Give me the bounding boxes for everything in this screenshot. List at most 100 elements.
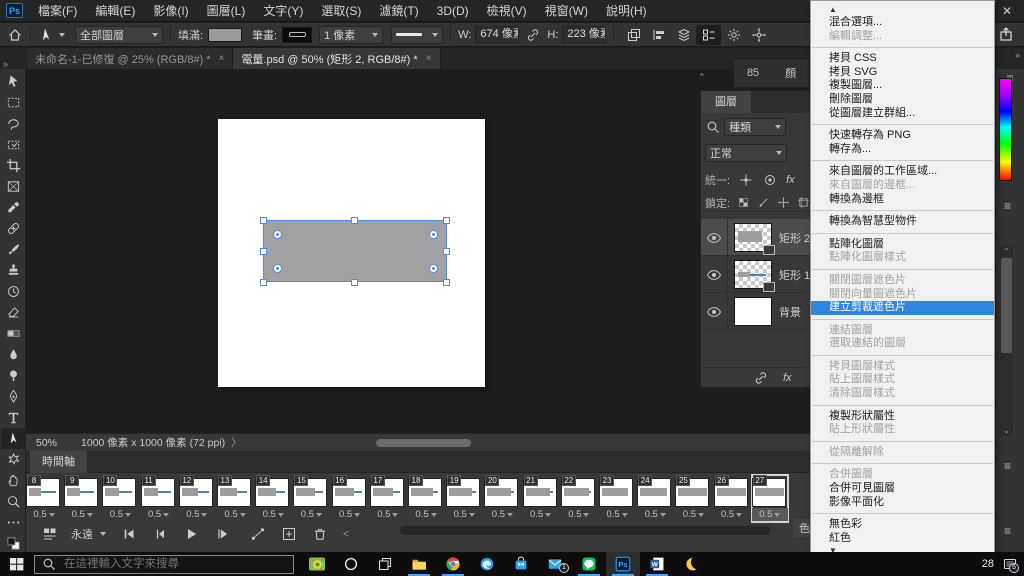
lock-pixels-icon[interactable]	[750, 196, 770, 209]
document-tab-1[interactable]: 未命名-1-已修復 @ 25% (RGB/8#) * ×	[27, 48, 234, 69]
move-tool[interactable]	[1, 71, 25, 92]
transform-handle[interactable]	[351, 279, 358, 286]
crop-tool[interactable]	[1, 155, 25, 176]
selected-shape-rectangle[interactable]	[263, 220, 447, 282]
stroke-color-swatch[interactable]	[282, 26, 313, 43]
transform-handle[interactable]	[443, 217, 450, 224]
align-icon[interactable]	[646, 25, 671, 45]
photoshop[interactable]: Ps	[606, 552, 640, 576]
animation-frame-8[interactable]: 8 0.5	[26, 475, 62, 522]
marquee-tool[interactable]	[1, 92, 25, 113]
window-close-button[interactable]: ✕	[996, 0, 1018, 22]
context-menu-item-8[interactable]: 從圖層建立群組...	[811, 107, 994, 121]
frame-tool[interactable]	[1, 176, 25, 197]
corner-radius-handle[interactable]	[272, 263, 282, 273]
timeline-menu-icon[interactable]: ≡	[1004, 459, 1011, 473]
context-menu-item-10[interactable]: 快速轉存為 PNG	[811, 129, 994, 143]
transform-handle[interactable]	[443, 279, 450, 286]
frame-duration[interactable]: 0.5	[408, 508, 444, 521]
lock-transparency-icon[interactable]	[730, 196, 750, 209]
canvas-horizontal-scrollbar[interactable]	[376, 439, 471, 447]
context-menu-item-33[interactable]: 複製形狀屬性	[811, 410, 994, 424]
next-frame-button[interactable]	[209, 524, 234, 544]
menu-11[interactable]: 說明(H)	[597, 4, 656, 18]
eraser-tool[interactable]	[1, 302, 25, 323]
height-field[interactable]: 223 像素	[562, 26, 607, 43]
shape-tool[interactable]	[1, 449, 25, 470]
layer-visibility-eye-icon[interactable]	[701, 219, 728, 256]
frame-duration[interactable]: 0.5	[637, 508, 673, 521]
healing-brush-tool[interactable]	[1, 218, 25, 239]
scroll-down-arrow[interactable]: ⌄	[1000, 426, 1013, 435]
layer-thumbnail[interactable]	[734, 297, 772, 326]
menu-2[interactable]: 編輯(E)	[86, 4, 144, 18]
constraint-options-icon[interactable]	[696, 24, 722, 45]
menu-4[interactable]: 圖層(L)	[198, 4, 255, 18]
context-menu-item-42[interactable]: 無色彩	[811, 518, 994, 532]
select-scope-dropdown[interactable]: 全部圖層	[75, 25, 163, 44]
canvas-area[interactable]	[26, 69, 700, 433]
unify-position-icon[interactable]	[738, 172, 754, 188]
animation-frame-14[interactable]: 14 0.5	[255, 475, 291, 522]
scroll-up-arrow[interactable]: ⌃	[1000, 247, 1013, 256]
task-view-button[interactable]	[368, 552, 402, 576]
animation-frame-20[interactable]: 20 0.5	[484, 475, 520, 522]
animation-frame-24[interactable]: 24 0.5	[637, 475, 673, 522]
layer-style-fx-icon[interactable]: fx	[783, 372, 792, 384]
taskbar-search[interactable]	[34, 554, 294, 574]
animation-frame-12[interactable]: 12 0.5	[178, 475, 215, 522]
context-menu-item-1[interactable]: 混合選項...	[811, 16, 994, 30]
word[interactable]: W	[640, 552, 674, 576]
color-swatches[interactable]	[1, 533, 25, 554]
context-menu-item-6[interactable]: 複製圖層...	[811, 79, 994, 93]
frame-duration[interactable]: 0.5	[523, 508, 559, 521]
animation-frame-26[interactable]: 26 0.5	[713, 475, 750, 522]
properties-panel-icon[interactable]: 85	[747, 67, 759, 79]
weather-temperature[interactable]: 28	[982, 558, 994, 570]
transform-handle[interactable]	[260, 279, 267, 286]
link-layers-icon[interactable]	[753, 370, 769, 386]
context-menu-item-5[interactable]: 拷貝 SVG	[811, 66, 994, 80]
frame-duration[interactable]: 0.5	[332, 508, 368, 521]
layer-visibility-eye-icon[interactable]	[701, 293, 728, 330]
layer-thumbnail[interactable]	[734, 223, 775, 255]
frame-duration[interactable]: 0.5	[179, 508, 215, 521]
context-menu-item-43[interactable]: 紅色	[811, 532, 994, 546]
cortana-button[interactable]	[334, 552, 368, 576]
blur-tool[interactable]	[1, 344, 25, 365]
tween-icon[interactable]	[245, 524, 270, 544]
filter-type-dropdown[interactable]: 種類	[724, 118, 786, 136]
transform-controls-icon[interactable]	[746, 25, 771, 45]
history-brush-tool[interactable]	[1, 281, 25, 302]
menu-5[interactable]: 文字(Y)	[254, 4, 312, 18]
frame-duration[interactable]: 0.5	[64, 508, 100, 521]
menu-10[interactable]: 視窗(W)	[536, 4, 597, 18]
fill-color-swatch[interactable]	[208, 27, 243, 42]
mail[interactable]: 1	[538, 552, 572, 576]
swatches-menu-icon[interactable]: ≡	[1004, 524, 1011, 538]
delete-frame-button[interactable]	[307, 524, 332, 544]
arrange-icon[interactable]	[671, 25, 696, 45]
lock-position-icon[interactable]	[770, 196, 790, 209]
hue-slider[interactable]	[999, 78, 1012, 181]
context-menu-item-7[interactable]: 刪除圖層	[811, 93, 994, 107]
shape-operations-icon[interactable]	[621, 25, 646, 45]
transform-handle[interactable]	[443, 248, 450, 255]
menu-1[interactable]: 檔案(F)	[29, 4, 86, 18]
pen-tool[interactable]	[1, 386, 25, 407]
corner-radius-handle[interactable]	[428, 263, 438, 273]
menu-9[interactable]: 檢視(V)	[478, 4, 536, 18]
transform-handle[interactable]	[351, 217, 358, 224]
timeline-tab[interactable]: 時間軸	[30, 451, 87, 473]
animation-frame-19[interactable]: 19 0.5	[446, 475, 482, 522]
start-button[interactable]	[0, 552, 34, 576]
context-menu-item-11[interactable]: 轉存為...	[811, 143, 994, 157]
new-frame-button[interactable]	[276, 524, 301, 544]
color-panel-tab[interactable]: 顏	[785, 65, 796, 81]
blend-mode-dropdown[interactable]: 正常	[705, 144, 787, 162]
tray-notification-icon[interactable]: 5	[998, 552, 1022, 576]
corner-radius-handle[interactable]	[428, 229, 438, 239]
chrome[interactable]	[436, 552, 470, 576]
corner-radius-handle[interactable]	[272, 229, 282, 239]
menu-scroll-arrow[interactable]: ▲	[811, 4, 994, 16]
